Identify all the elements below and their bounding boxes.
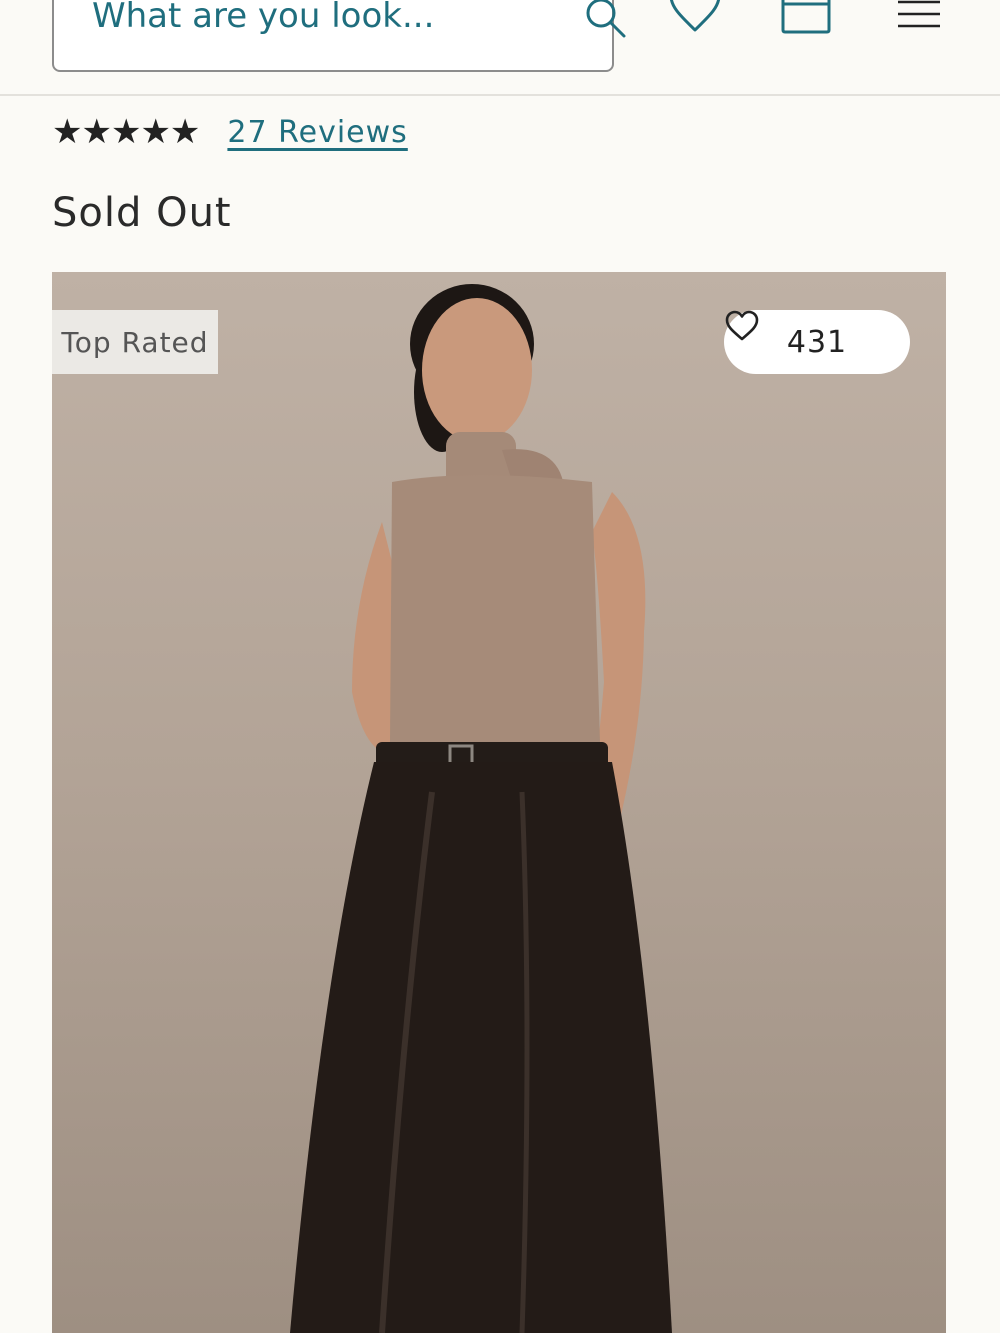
top-rated-badge: Top Rated: [52, 310, 218, 374]
rating-row: ★★★★★ 27 Reviews: [52, 112, 408, 152]
stock-status: Sold Out: [52, 190, 232, 236]
search-input[interactable]: [92, 0, 532, 36]
menu-icon[interactable]: [892, 0, 948, 38]
product-image[interactable]: Top Rated 431: [52, 272, 946, 1333]
heart-outline-icon: [725, 310, 759, 341]
search-box[interactable]: [52, 0, 626, 72]
bag-icon[interactable]: [778, 0, 834, 38]
site-header: [0, 0, 1000, 96]
like-count: 431: [786, 324, 848, 360]
search-icon[interactable]: [582, 0, 628, 40]
like-button[interactable]: 431: [724, 310, 910, 374]
model-illustration: [290, 284, 672, 1333]
heart-icon[interactable]: [667, 0, 723, 38]
reviews-link[interactable]: 27 Reviews: [227, 115, 407, 150]
star-rating: ★★★★★: [52, 112, 200, 152]
